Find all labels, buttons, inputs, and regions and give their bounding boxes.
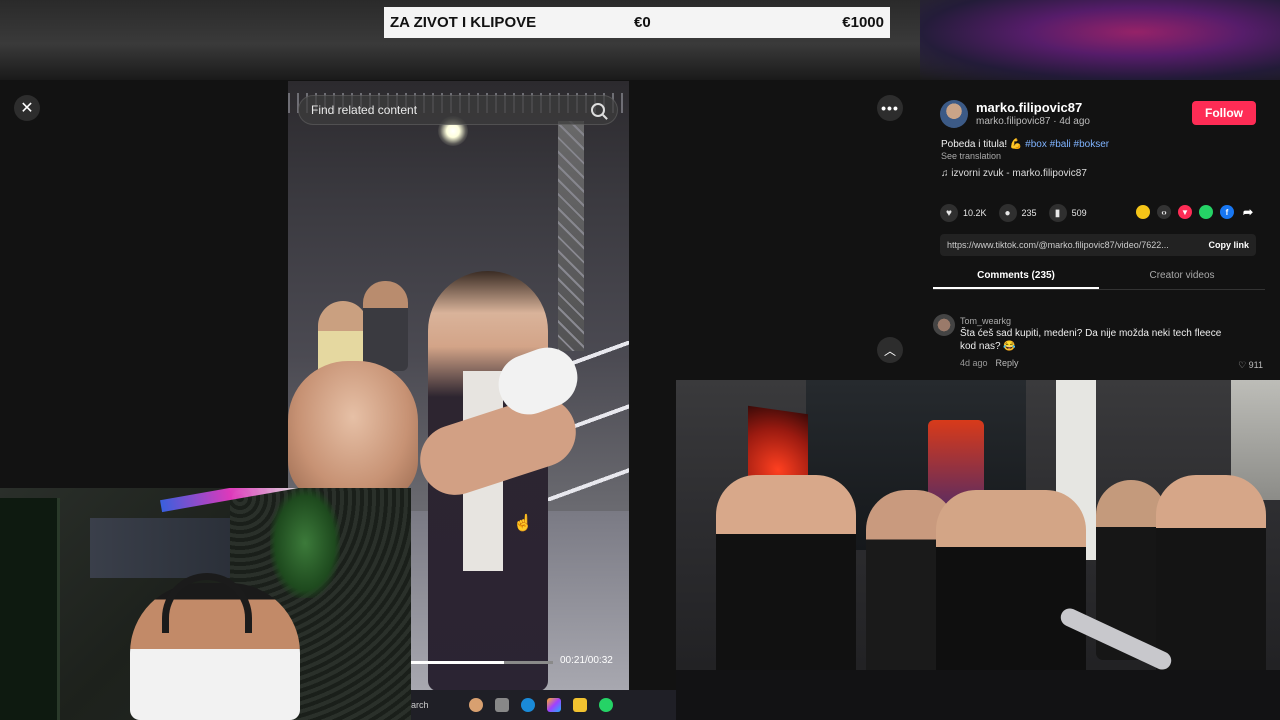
file-explorer-icon[interactable] (572, 698, 587, 712)
avatar[interactable] (933, 314, 955, 336)
top-glow (920, 0, 1280, 80)
copy-link-button[interactable]: Copy link (1208, 240, 1249, 250)
taskbar: arch (411, 690, 676, 720)
heart-icon[interactable]: ♥ (940, 204, 958, 222)
share-url[interactable]: https://www.tiktok.com/@marko.filipovic8… (947, 240, 1200, 250)
repost-icon[interactable]: ▼ (1178, 205, 1192, 219)
person (716, 475, 856, 685)
search-icon[interactable] (591, 103, 605, 117)
see-translation-link[interactable]: See translation (941, 151, 1001, 161)
bystander (363, 281, 408, 371)
trophy-shelf (90, 518, 240, 578)
whatsapp-icon[interactable] (598, 698, 613, 712)
comment-meta: 4d ago Reply (960, 358, 1019, 368)
like-stat[interactable]: ♥ 10.2K (940, 204, 987, 222)
taskbar-search-text[interactable]: arch (411, 700, 429, 710)
hashtag-links[interactable]: #box #bali #bokser (1025, 139, 1109, 150)
close-icon[interactable]: ✕ (14, 95, 40, 121)
facebook-icon[interactable]: f (1220, 205, 1234, 219)
comment-text: Šta ćeš sad kupiti, medeni? Da nije možd… (960, 328, 1222, 352)
sound-link[interactable]: ♫ izvorni zvuk - marko.filipovic87 (941, 168, 1087, 179)
panel-tabs: Comments (235) Creator videos (933, 266, 1265, 290)
tab-creator-videos[interactable]: Creator videos (1099, 266, 1265, 289)
author-username[interactable]: marko.filipovic87 (976, 100, 1082, 115)
search-input[interactable]: Find related content (311, 103, 591, 117)
embed-icon[interactable]: ‹› (1157, 205, 1171, 219)
comment-stat[interactable]: ● 235 (998, 204, 1037, 222)
tab-comments[interactable]: Comments (235) (933, 266, 1099, 289)
truss-pillar (558, 121, 584, 351)
share-targets: ‹› ▼ f ➦ (1136, 205, 1262, 219)
comment-item: Tom_wearkg Šta ćeš sad kupiti, medeni? D… (933, 314, 1265, 374)
stream-frame: ZA ZIVOT I KLIPOVE €0 €1000 ✕ ••• ︿ Find… (0, 0, 1280, 720)
mouse-cursor-icon: ☝ (513, 515, 533, 532)
related-search-bar[interactable]: Find related content (298, 95, 618, 125)
post-details-panel: marko.filipovic87 marko.filipovic87 · 4d… (918, 88, 1280, 380)
comment-count: 235 (1021, 208, 1037, 218)
avatar[interactable] (940, 100, 968, 128)
follow-button[interactable]: Follow (1192, 101, 1256, 125)
coin-icon[interactable] (1136, 205, 1150, 219)
author-subline: marko.filipovic87 · 4d ago (976, 116, 1090, 127)
share-arrow-icon[interactable]: ➦ (1241, 205, 1255, 219)
whatsapp-icon[interactable] (1199, 205, 1213, 219)
engagement-stats: ♥ 10.2K ● 235 ▮ 509 (940, 204, 1099, 222)
post-caption: Pobeda i titula! 💪 #box #bali #bokser (941, 139, 1109, 150)
save-count: 509 (1071, 208, 1087, 218)
room-door (0, 498, 60, 720)
comment-like-count[interactable]: ♡ 911 (1238, 360, 1263, 371)
video-time: 00:21/00:32 (560, 655, 613, 666)
group-webcam (676, 380, 1280, 720)
previous-video-icon[interactable]: ︿ (877, 337, 903, 363)
bookmark-icon[interactable]: ▮ (1048, 204, 1067, 222)
goal-title: ZA ZIVOT I KLIPOVE (390, 14, 537, 31)
video-progress-bar[interactable] (408, 661, 553, 664)
comment-username[interactable]: Tom_wearkg (960, 316, 1011, 326)
person (1156, 475, 1266, 695)
desk (676, 670, 1280, 720)
streamer-webcam (0, 488, 411, 720)
share-link-box: https://www.tiktok.com/@marko.filipovic8… (940, 234, 1256, 256)
edge-icon[interactable] (520, 698, 535, 712)
save-stat[interactable]: ▮ 509 (1048, 204, 1087, 222)
widget-icon[interactable] (468, 698, 483, 712)
selfie-face (288, 361, 418, 501)
donation-goal-banner: ZA ZIVOT I KLIPOVE €0 €1000 (384, 7, 890, 38)
comment-icon[interactable]: ● (998, 204, 1017, 222)
like-count: 10.2K (963, 208, 987, 218)
task-view-icon[interactable] (494, 698, 509, 712)
goal-current: €0 (634, 14, 651, 31)
video-progress-fill (408, 661, 504, 664)
more-options-icon[interactable]: ••• (877, 95, 903, 121)
wall-plant (270, 488, 340, 598)
comment-time: 4d ago (960, 358, 988, 368)
reply-button[interactable]: Reply (996, 358, 1019, 368)
copilot-icon[interactable] (546, 698, 561, 712)
goal-target: €1000 (842, 14, 884, 31)
caption-text: Pobeda i titula! 💪 (941, 139, 1023, 150)
